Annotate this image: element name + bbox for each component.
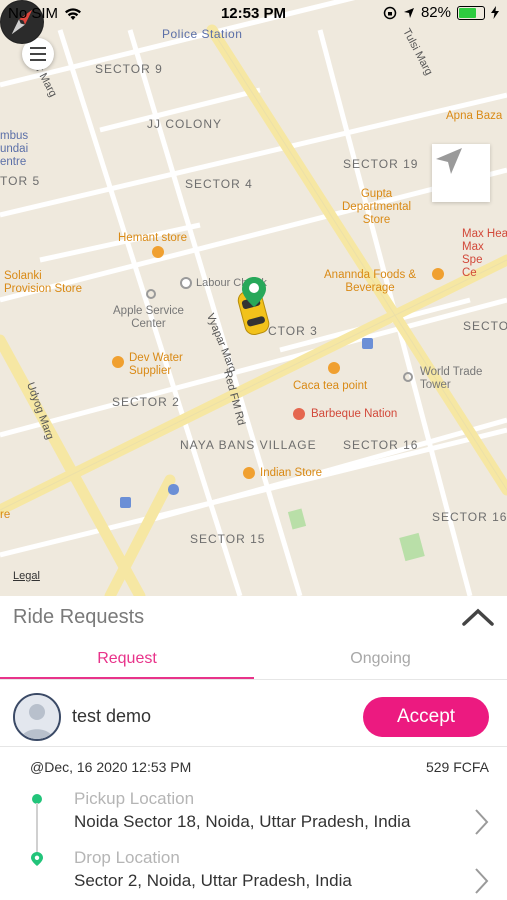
tab-request[interactable]: Request (0, 650, 254, 668)
building-icon (403, 372, 413, 382)
map-label-sector-2: SECTOR 2 (112, 395, 180, 409)
map-label-sector-16-b: SECTOR 16 (432, 510, 507, 524)
divider (0, 746, 507, 747)
poi-barbeque-nation[interactable]: Barbeque Nation (311, 408, 397, 421)
map-label-jj-colony: JJ COLONY (147, 117, 223, 131)
poi-apna-bazar[interactable]: Apna Baza (446, 110, 502, 123)
battery-percent: 82% (420, 4, 451, 21)
drop-pin-icon (31, 852, 43, 866)
request-datetime: @Dec, 16 2020 12:53 PM (30, 759, 192, 775)
user-avatar-icon (15, 695, 59, 739)
pickup-address[interactable]: Noida Sector 18, Noida, Uttar Pradesh, I… (74, 812, 410, 832)
poi-dev-water[interactable]: Dev Water Supplier (129, 352, 183, 378)
map-label-secto: SECTO (463, 319, 507, 333)
map-label-sector-4: SECTOR 4 (185, 177, 253, 191)
poi-hemant-store[interactable]: Hemant store (118, 232, 187, 245)
status-bar: No SIM 12:53 PM 82% (0, 0, 507, 28)
shop-icon (152, 246, 164, 258)
accept-button[interactable]: Accept (363, 697, 489, 737)
chevron-right-icon[interactable] (472, 807, 490, 837)
driver-pin-icon (242, 277, 266, 307)
charging-icon (491, 6, 499, 19)
route-line (36, 803, 38, 858)
service-icon (146, 289, 156, 299)
poi-apple-service[interactable]: Apple Service Center (113, 305, 184, 331)
divider (0, 679, 507, 680)
poi-anannda-foods[interactable]: Anannda Foods & Beverage (324, 269, 416, 295)
map-label-sector-5: TOR 5 (0, 174, 41, 188)
restaurant-icon (293, 408, 305, 420)
locate-me-button[interactable] (432, 144, 490, 202)
drop-label: Drop Location (74, 848, 180, 867)
poi-indian-store[interactable]: Indian Store (260, 467, 322, 480)
map-label-sector-16: SECTOR 16 (343, 438, 419, 452)
menu-icon (30, 47, 46, 49)
poi-gupta-store[interactable]: Gupta Departmental Store (342, 188, 411, 227)
rider-name: test demo (72, 706, 152, 726)
avatar (13, 693, 61, 741)
shop-icon (432, 268, 444, 280)
pickup-label: Pickup Location (74, 789, 195, 808)
poi-solanki-provision[interactable]: Solanki Provision Store (4, 270, 82, 296)
tab-ongoing[interactable]: Ongoing (254, 650, 507, 668)
poi-world-trade-tower[interactable]: World Trade Tower (420, 366, 482, 392)
map-label-sector-15: SECTOR 15 (190, 532, 266, 546)
locate-me-icon (436, 148, 462, 174)
request-fare: 529 FCFA (425, 759, 489, 775)
panel-title: Ride Requests (13, 606, 145, 628)
poi-max-hospital[interactable]: Max Hea Max Spe Ce (462, 228, 507, 280)
map-view[interactable]: Police Station SECTOR 9 JJ COLONY SECTOR… (0, 0, 507, 596)
map-label-sector-9: SECTOR 9 (95, 62, 163, 76)
shop-icon (112, 356, 124, 368)
cafe-icon (328, 362, 340, 374)
chevron-right-icon[interactable] (472, 866, 490, 896)
poi-mbus-hyundai[interactable]: mbus undai entre (0, 130, 28, 169)
shop-icon (243, 467, 255, 479)
poi-caca-tea-point[interactable]: Caca tea point (293, 380, 367, 393)
chevron-up-icon[interactable] (460, 602, 496, 632)
legal-link[interactable]: Legal (13, 570, 40, 582)
battery-icon (457, 5, 485, 20)
map-label-naya-bans-village: NAYA BANS VILLAGE (180, 438, 317, 452)
map-label-police-station: Police Station (162, 27, 243, 41)
map-label-sector-19: SECTOR 19 (343, 157, 419, 171)
drop-address[interactable]: Sector 2, Noida, Uttar Pradesh, India (74, 871, 352, 891)
lock-rotation-icon (383, 6, 397, 19)
location-arrow-icon (403, 7, 414, 18)
ride-requests-panel: Ride Requests Request Ongoing test demo … (0, 596, 507, 900)
poi-partial-re: re (0, 509, 11, 521)
